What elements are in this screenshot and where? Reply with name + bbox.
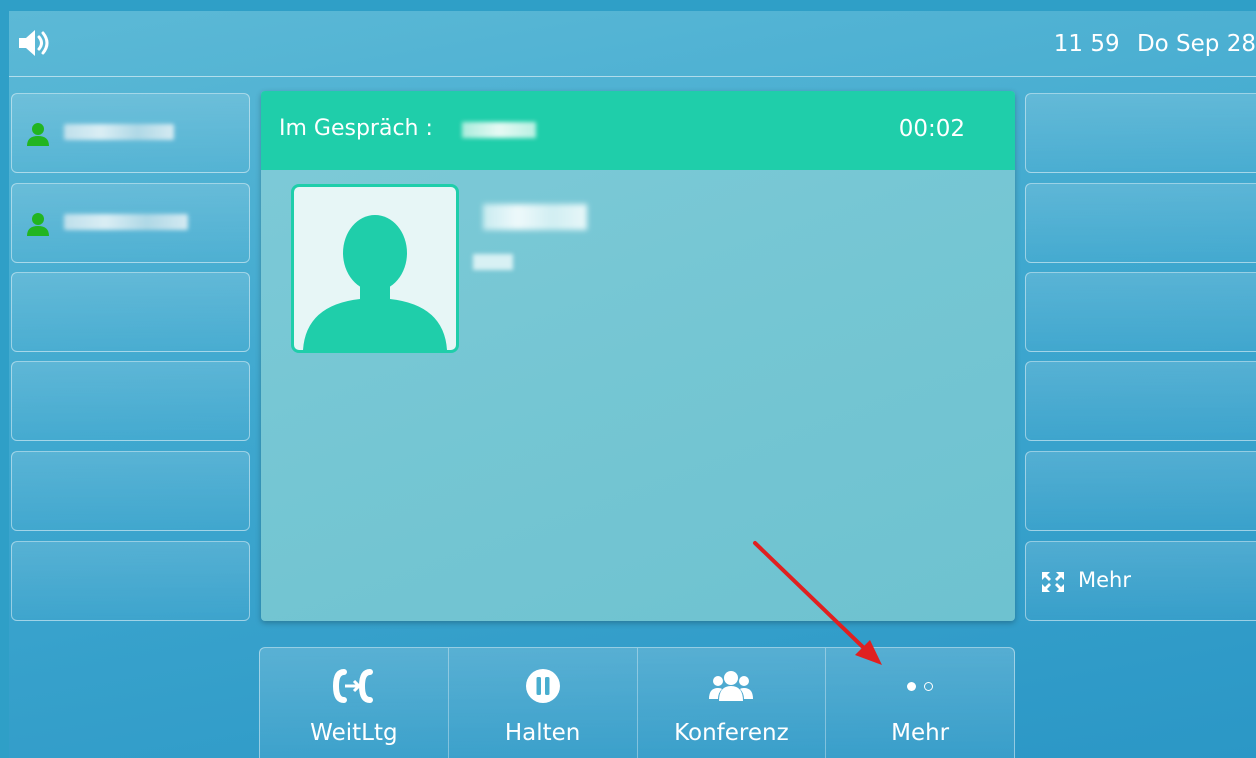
line-key-5[interactable] [11, 451, 250, 531]
page-dots-icon [907, 668, 934, 704]
conference-icon [709, 671, 754, 701]
hold-label: Halten [504, 720, 581, 746]
line-key-4[interactable] [11, 361, 250, 441]
call-timer: 00:02 [898, 116, 965, 142]
transfer-label: WeitLtg [310, 720, 398, 746]
more-line-keys-button[interactable]: Mehr [1025, 541, 1256, 621]
hold-button[interactable]: Halten [449, 648, 638, 758]
page-dot-inactive [924, 681, 934, 691]
more-line-keys-label: Mehr [1078, 568, 1131, 592]
caller-name-blurred [483, 204, 587, 230]
caller-detail-blurred [473, 254, 513, 270]
contact-name-blurred [64, 124, 174, 140]
conference-label: Konferenz [674, 720, 789, 746]
line-key-6[interactable] [11, 541, 250, 621]
date: Do Sep 28 [1136, 31, 1256, 57]
call-header: Im Gespräch : 00:02 [261, 91, 1015, 170]
caller-avatar [291, 184, 459, 353]
phone-screen: 11 59 Do Sep 28 Mehr Im Gespräch: 00:02… [9, 11, 1256, 758]
time: 11 59 [1053, 31, 1120, 57]
line-key-10[interactable] [1025, 361, 1256, 441]
contact-icon [27, 213, 49, 236]
status-bar: 11 59 Do Sep 28 [9, 11, 1256, 77]
clock: 11 59 Do Sep 28 [1044, 31, 1256, 57]
active-call-panel: Im Gespräch : 00:02 [261, 91, 1015, 621]
expand-icon [1042, 572, 1064, 592]
line-key-2[interactable] [11, 183, 250, 263]
line-key-11[interactable] [1025, 451, 1256, 531]
line-key-7[interactable] [1025, 93, 1256, 173]
conference-button[interactable]: Konferenz [638, 648, 827, 758]
person-icon [303, 215, 447, 350]
page-dot-active [907, 681, 917, 691]
transfer-button[interactable]: WeitLtg [260, 648, 449, 758]
call-status: Im Gespräch : [279, 116, 433, 141]
softkey-bar: WeitLtg Halten Konferenz Mehr [259, 647, 1015, 758]
contact-name-blurred [64, 214, 188, 230]
line-key-9[interactable] [1025, 272, 1256, 352]
line-key-3[interactable] [11, 272, 250, 352]
hold-icon [525, 669, 560, 703]
contact-icon [27, 123, 49, 146]
transfer-icon [332, 669, 373, 703]
caller-number-blurred [462, 122, 536, 138]
line-key-1[interactable] [11, 93, 250, 173]
more-softkeys-label: Mehr [891, 720, 950, 746]
more-softkeys-button[interactable]: Mehr [826, 648, 1014, 758]
speaker-icon[interactable] [17, 27, 53, 59]
line-key-8[interactable] [1025, 183, 1256, 263]
